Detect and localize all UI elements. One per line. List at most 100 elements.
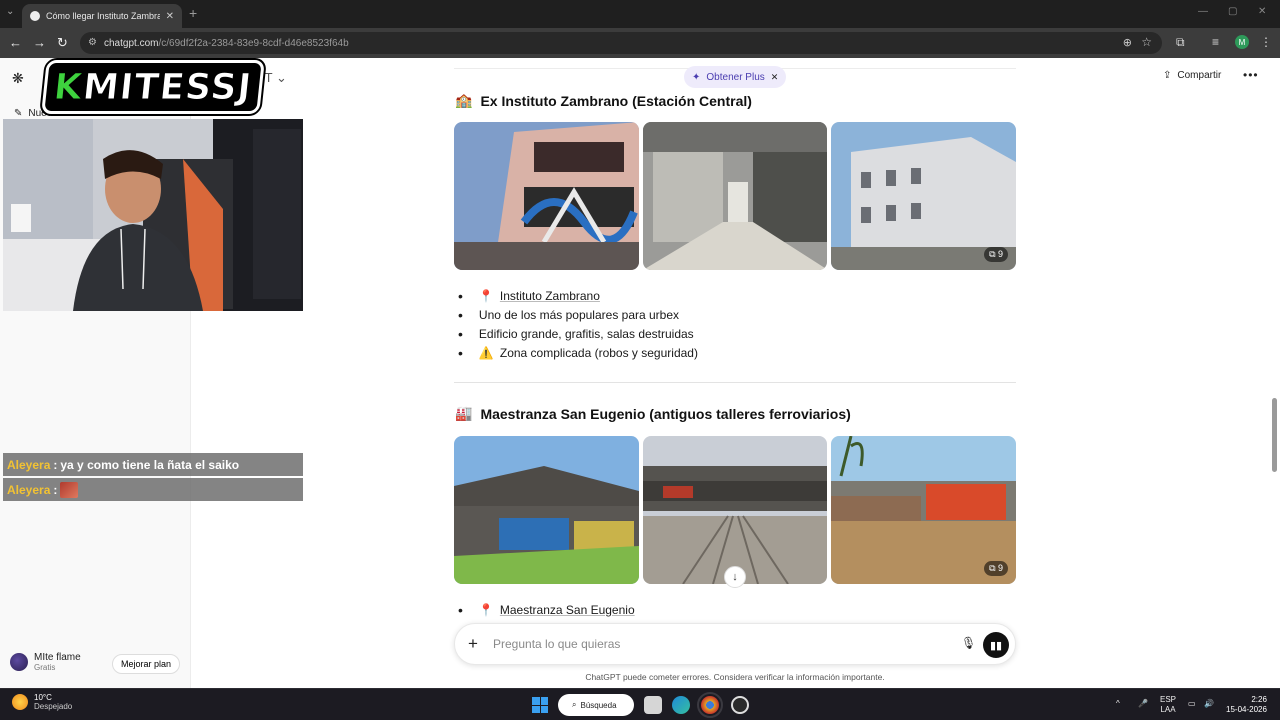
stream-chat-message: Aleyera : ya y como tiene la ñata el sai…	[3, 453, 303, 476]
chevron-down-icon: ⌄	[276, 70, 287, 85]
list-item: Uno de los más populares para urbex	[458, 305, 698, 324]
chat-separator: :	[53, 482, 58, 497]
tab-title: Cómo llegar Instituto Zambrano	[46, 11, 160, 21]
url-field[interactable]: ⚙ chatgpt.com/c/69df2f2a-2384-83e9-8cdf-…	[80, 32, 1162, 54]
microphone-tray-icon[interactable]: 🎤	[1138, 699, 1148, 709]
minimize-icon[interactable]: —	[1198, 6, 1208, 17]
url-path: /c/69df2f2a-2384-83e9-8cdf-d46e8523f64b	[158, 37, 349, 49]
gallery-image[interactable]: ⧉ 9	[831, 122, 1017, 270]
scroll-down-button[interactable]: ↓	[724, 566, 746, 588]
chat-text: ya y como tiene la ñata el saiko	[60, 457, 240, 472]
obs-studio-icon[interactable]	[731, 696, 749, 714]
display-icon[interactable]: ▭	[1188, 699, 1196, 709]
list-item-text: Zona complicada (robos y seguridad)	[499, 345, 698, 360]
place-link[interactable]: Instituto Zambrano	[500, 289, 600, 303]
gallery-image[interactable]	[454, 436, 639, 584]
chat-username: Aleyera	[7, 457, 51, 472]
volume-icon[interactable]: 🔊	[1204, 699, 1214, 709]
prompt-composer[interactable]: + Pregunta lo que quieras 🎙 ▮▮	[454, 623, 1016, 665]
sparkle-icon: ✦	[692, 71, 701, 83]
pin-icon: 📍	[478, 602, 494, 617]
stream-chat-message: Aleyera :	[3, 478, 303, 501]
bullet-list: 📍 Instituto Zambrano Uno de los más popul…	[458, 286, 698, 362]
media-control-icon[interactable]: ≡	[1212, 35, 1219, 49]
gallery-image[interactable]	[642, 122, 828, 270]
edge-browser-icon[interactable]	[672, 696, 690, 714]
close-icon[interactable]: ✕	[771, 72, 779, 83]
school-emoji-icon: 🏫	[455, 92, 473, 108]
taskbar-search[interactable]: ⌕ Búsqueda	[558, 694, 634, 716]
close-tab-icon[interactable]: ✕	[166, 11, 174, 22]
forward-icon[interactable]: →	[33, 35, 46, 50]
site-info-icon[interactable]: ⚙	[88, 37, 97, 48]
browser-menu-icon[interactable]: ⋮	[1260, 35, 1272, 49]
weather-widget[interactable]: 10°C Despejado	[12, 693, 72, 711]
system-clock[interactable]: 2:26 15-04-2026	[1226, 695, 1267, 715]
date: 15-04-2026	[1226, 705, 1267, 714]
gallery-image[interactable]	[454, 122, 639, 270]
get-plus-label: Obtener Plus	[706, 71, 765, 83]
user-plan: Gratis	[34, 663, 56, 672]
weather-condition: Despejado	[34, 702, 73, 711]
bookmark-star-icon[interactable]: ☆	[1141, 35, 1152, 49]
microphone-icon[interactable]: 🎙	[961, 636, 976, 650]
gallery-image[interactable]	[642, 436, 828, 584]
list-item-text: Edificio grande, grafitis, salas destrui…	[478, 326, 694, 341]
zoom-icon[interactable]: ⊕	[1123, 36, 1132, 49]
browser-tab[interactable]: Cómo llegar Instituto Zambrano ✕	[22, 4, 182, 28]
voice-mode-button[interactable]: ▮▮	[983, 632, 1009, 658]
task-view-icon[interactable]	[644, 696, 662, 714]
image-count-badge[interactable]: ⧉ 9	[984, 561, 1009, 576]
reload-icon[interactable]: ↻	[57, 35, 68, 51]
language-indicator[interactable]: ESP LAA	[1160, 695, 1176, 715]
webcam-overlay	[3, 119, 303, 311]
prompt-input[interactable]: Pregunta lo que quieras	[493, 637, 620, 651]
upgrade-plan-button[interactable]: Mejorar plan	[112, 654, 181, 674]
list-item: ⚠️ Zona complicada (robos y seguridad)	[458, 343, 698, 362]
chrome-browser-icon[interactable]	[697, 692, 723, 718]
search-icon: ⌕	[572, 700, 577, 709]
more-options-icon[interactable]: •••	[1243, 68, 1259, 82]
section-title: Maestranza San Eugenio (antiguos tallere…	[480, 405, 851, 422]
bullet-list: 📍 Maestranza San Eugenio	[458, 600, 635, 619]
extensions-icon[interactable]: ⧉	[1176, 35, 1185, 50]
maximize-icon[interactable]: ▢	[1228, 6, 1237, 17]
tab-search-icon[interactable]: ⌄	[6, 6, 14, 17]
share-button[interactable]: ⇪ Compartir	[1163, 70, 1221, 81]
share-icon: ⇪	[1163, 70, 1172, 81]
share-label: Compartir	[1177, 70, 1222, 81]
section-heading: 🏫 Ex Instituto Zambrano (Estación Centra…	[455, 92, 752, 109]
disclaimer-text: ChatGPT puede cometer errores. Considera…	[585, 672, 885, 682]
back-icon[interactable]: ←	[9, 35, 22, 50]
windows-taskbar: 10°C Despejado ⌕ Búsqueda ^ 🎤 ESP LAA ▭ …	[0, 688, 1280, 720]
image-count-badge[interactable]: ⧉ 9	[984, 247, 1009, 262]
list-item: 📍 Instituto Zambrano	[458, 286, 698, 305]
weather-sun-icon	[12, 694, 28, 710]
profile-avatar[interactable]: M	[1235, 35, 1249, 49]
chat-separator: :	[53, 457, 58, 472]
temperature: 10°C	[34, 693, 52, 702]
tray-overflow-icon[interactable]: ^	[1116, 699, 1120, 709]
list-item: Edificio grande, grafitis, salas destrui…	[458, 324, 698, 343]
place-link[interactable]: Maestranza San Eugenio	[500, 603, 635, 617]
emote-icon	[60, 481, 79, 498]
new-tab-icon[interactable]: +	[189, 5, 197, 21]
openai-logo-icon[interactable]: ❋	[12, 70, 24, 87]
attach-plus-icon[interactable]: +	[468, 634, 478, 654]
user-name: MIte flame	[34, 652, 81, 663]
browser-tab-bar: ⌄ Cómo llegar Instituto Zambrano ✕ + — ▢…	[0, 0, 1280, 28]
time: 2:26	[1251, 695, 1267, 704]
section-title: Ex Instituto Zambrano (Estación Central)	[480, 92, 752, 109]
list-item: 📍 Maestranza San Eugenio	[458, 600, 635, 619]
gallery-image[interactable]: ⧉ 9	[831, 436, 1017, 584]
user-account[interactable]: MIte flame Gratis	[10, 652, 81, 672]
windows-start-icon[interactable]	[532, 697, 548, 713]
avatar	[10, 653, 28, 671]
section-heading: 🏭 Maestranza San Eugenio (antiguos talle…	[455, 405, 851, 422]
get-plus-pill[interactable]: ✦ Obtener Plus ✕	[684, 66, 787, 88]
chatgpt-favicon-icon	[30, 11, 40, 21]
chat-username: Aleyera	[7, 482, 51, 497]
close-window-icon[interactable]: ✕	[1258, 6, 1266, 17]
list-item-text: Uno de los más populares para urbex	[478, 307, 680, 322]
scrollbar-thumb[interactable]	[1272, 398, 1277, 472]
